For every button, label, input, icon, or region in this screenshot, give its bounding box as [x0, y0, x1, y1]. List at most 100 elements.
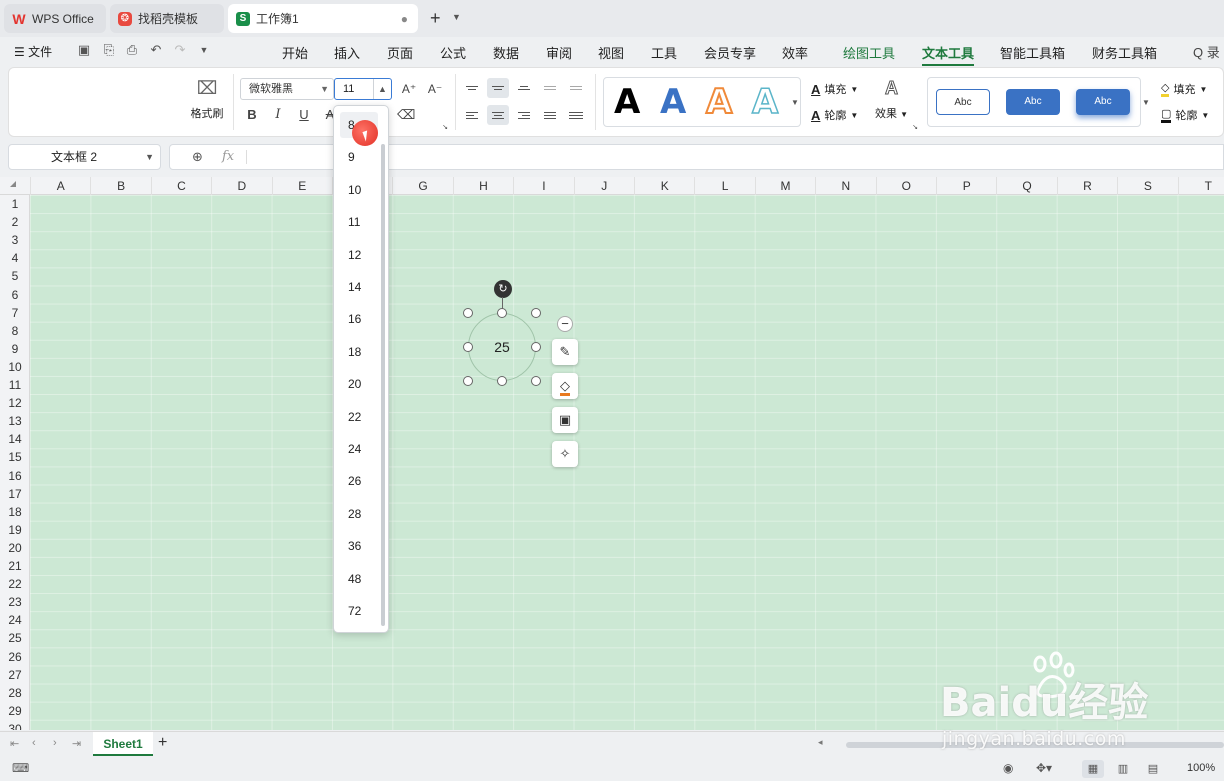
next-sheet-icon[interactable]: ›	[53, 737, 57, 749]
chevron-down-icon[interactable]: ▼	[145, 145, 154, 169]
chevron-down-icon[interactable]: ▼	[452, 12, 461, 22]
font-size-option[interactable]: 72	[334, 598, 380, 624]
shape-text[interactable]: 25	[494, 339, 510, 355]
row-header-cell[interactable]: 21	[0, 557, 30, 575]
font-size-option[interactable]: 12	[334, 242, 380, 268]
first-sheet-icon[interactable]: ⇤	[10, 737, 19, 750]
macro-record-icon[interactable]: ⌨	[12, 761, 29, 775]
column-header-cell[interactable]: O	[875, 177, 936, 195]
menu-smart-toolbox[interactable]: 智能工具箱	[1000, 43, 1065, 62]
font-name-select[interactable]: 微软雅黑 ▼	[240, 78, 334, 100]
row-header-cell[interactable]: 29	[0, 702, 30, 720]
resize-handle-right[interactable]	[531, 342, 541, 352]
last-sheet-icon[interactable]: ⇥	[72, 737, 81, 750]
font-size-option[interactable]: 14	[334, 274, 380, 300]
menu-text-tools[interactable]: 文本工具	[922, 43, 975, 66]
name-box[interactable]: 文本框 2 ▼	[8, 144, 161, 170]
font-size-select[interactable]: 11 ▲	[334, 78, 392, 100]
column-header-cell[interactable]: A	[30, 177, 90, 195]
align-bottom-button[interactable]	[513, 78, 535, 98]
text-dialog-launcher-icon[interactable]: ↘	[911, 120, 919, 136]
save-icon[interactable]: ▣	[76, 42, 92, 58]
column-header-cell[interactable]: H	[452, 177, 513, 195]
row-header-cell[interactable]: 5	[0, 267, 30, 285]
row-header-cell[interactable]: 12	[0, 394, 30, 412]
shape-fill-bucket-icon[interactable]: ◇	[552, 373, 578, 399]
chevron-up-icon[interactable]: ▲	[373, 79, 391, 99]
font-size-option[interactable]: 26	[334, 468, 380, 494]
resize-handle-top-right[interactable]	[531, 308, 541, 318]
wordart-style-black[interactable]: A	[614, 83, 640, 121]
column-header-cell[interactable]: I	[513, 177, 573, 195]
row-header-cell[interactable]: 28	[0, 684, 30, 702]
row-header-cell[interactable]: 27	[0, 666, 30, 684]
add-sheet-button[interactable]: +	[158, 735, 167, 751]
row-header-cell[interactable]: 1	[0, 195, 30, 213]
shape-outline-button[interactable]: ▢ 轮廓 ▼	[1161, 107, 1209, 123]
menu-home[interactable]: 开始	[282, 43, 308, 62]
row-header-cell[interactable]: 14	[0, 430, 30, 448]
shape-style-more-icon[interactable]: ▼	[1142, 98, 1150, 107]
menu-efficiency[interactable]: 效率	[782, 43, 808, 62]
row-header-cell[interactable]: 2	[0, 213, 30, 231]
column-header-cell[interactable]: D	[211, 177, 271, 195]
font-dialog-launcher-icon[interactable]: ↘	[441, 120, 449, 136]
column-header-cell[interactable]: T	[1177, 177, 1224, 195]
font-size-option[interactable]: 28	[334, 501, 380, 527]
row-header-cell[interactable]: 10	[0, 358, 30, 376]
font-size-option[interactable]: 20	[334, 371, 380, 397]
format-painter-button[interactable]: ⌧ 格式刷	[187, 78, 227, 121]
shape-fill-button[interactable]: ◇ 填充 ▼	[1161, 81, 1207, 97]
sheet-tab-sheet1[interactable]: Sheet1	[93, 732, 153, 756]
menu-data[interactable]: 数据	[493, 43, 519, 62]
row-header-cell[interactable]: 18	[0, 503, 30, 521]
column-header-cell[interactable]: R	[1056, 177, 1117, 195]
column-header-cell[interactable]: S	[1117, 177, 1177, 195]
column-header-cell[interactable]: C	[150, 177, 211, 195]
underline-button[interactable]: U	[295, 107, 313, 123]
text-box-shape[interactable]: 25	[468, 313, 536, 381]
row-header-cell[interactable]: 15	[0, 448, 30, 466]
row-header-cell[interactable]: 3	[0, 231, 30, 249]
tab-wps-office[interactable]: W WPS Office	[4, 4, 106, 33]
wordart-style-blue[interactable]: A	[660, 83, 686, 121]
search-button[interactable]: Q 录	[1193, 42, 1220, 61]
page-break-view-button[interactable]: ▤	[1142, 760, 1164, 778]
font-size-option[interactable]: 48	[334, 566, 380, 592]
export-icon[interactable]: ⎘	[101, 42, 117, 58]
menu-insert[interactable]: 插入	[334, 43, 360, 62]
decrease-indent-button[interactable]	[539, 78, 561, 98]
undo-icon[interactable]: ↶	[148, 42, 164, 58]
column-header-cell[interactable]: P	[936, 177, 996, 195]
increase-indent-button[interactable]	[565, 78, 587, 98]
resize-handle-bottom[interactable]	[497, 376, 507, 386]
align-right-button[interactable]	[513, 105, 535, 125]
zoom-icon[interactable]: ⊕	[192, 149, 203, 165]
column-header-cell[interactable]: J	[573, 177, 634, 195]
formula-bar[interactable]: ⊕ fx	[169, 144, 1224, 170]
customize-toolbar-icon[interactable]: ▼	[196, 42, 212, 58]
text-fill-button[interactable]: A 填充 ▼	[811, 81, 858, 97]
font-size-option[interactable]: 22	[334, 404, 380, 430]
wordart-style-teal-outline[interactable]: A	[751, 82, 779, 122]
shape-style-brush-icon[interactable]: ✎	[552, 339, 578, 365]
shape-style-shadow[interactable]: Abc	[1076, 89, 1130, 115]
normal-view-button[interactable]: ▦	[1082, 760, 1104, 778]
print-preview-icon[interactable]: ⎙	[124, 42, 140, 58]
resize-handle-bottom-right[interactable]	[531, 376, 541, 386]
new-tab-button[interactable]: +	[430, 9, 441, 27]
resize-handle-top[interactable]	[497, 308, 507, 318]
column-header-cell[interactable]: B	[90, 177, 150, 195]
align-middle-button[interactable]	[487, 78, 509, 98]
bold-button[interactable]: B	[243, 107, 261, 123]
shape-style-filled[interactable]: Abc	[1006, 89, 1060, 115]
collapse-toolbar-icon[interactable]: −	[557, 316, 573, 332]
page-layout-view-button[interactable]: ▥	[1112, 760, 1134, 778]
eye-protection-icon[interactable]: ◉	[1003, 761, 1013, 775]
font-size-option[interactable]: 11	[334, 209, 380, 235]
row-header-cell[interactable]: 25	[0, 629, 30, 647]
italic-button[interactable]: I	[269, 107, 287, 123]
menu-review[interactable]: 审阅	[546, 43, 572, 62]
tab-workbook[interactable]: S 工作簿1 ●	[228, 4, 418, 33]
wordart-style-orange-outline[interactable]: A	[705, 82, 733, 122]
